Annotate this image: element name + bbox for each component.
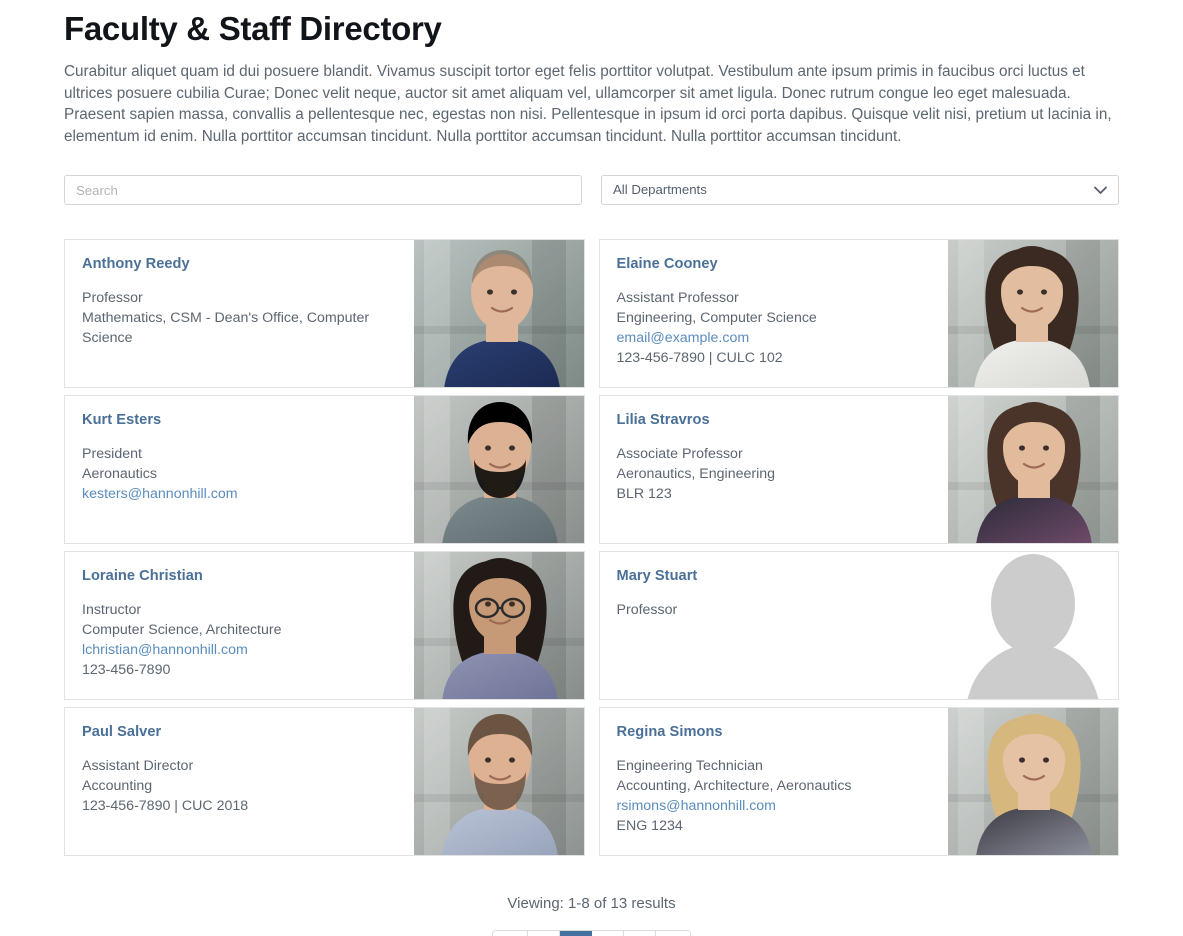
card-name-link[interactable]: Elaine Cooney xyxy=(617,256,932,273)
card-departments: Aeronautics, Engineering xyxy=(616,466,776,482)
card-portrait-photo xyxy=(948,240,1118,387)
card-detail-lines: Associate Professor Aeronautics, Engineer… xyxy=(617,444,932,504)
card-detail-lines: Professor xyxy=(617,600,932,620)
card-job-title: Assistant Professor xyxy=(616,290,739,306)
card-body: Regina Simons Engineering Technician Accou… xyxy=(600,708,949,855)
card-email-link[interactable]: lchristian@hannonhill.com xyxy=(82,640,397,660)
card-name-link[interactable]: Paul Salver xyxy=(82,724,397,741)
card-job-title: Engineering Technician xyxy=(616,758,763,774)
pagination: <<<12>>> xyxy=(491,930,692,936)
card-detail-lines: Professor Mathematics, CSM - Dean's Offic… xyxy=(82,288,397,348)
results-count: Viewing: 1-8 of 13 results xyxy=(507,895,676,912)
directory-card: Paul Salver Assistant Director Accounting 1… xyxy=(64,707,585,856)
directory-card: Mary Stuart Professor xyxy=(598,551,1119,700)
card-name-link[interactable]: Lilia Stravros xyxy=(617,412,932,429)
card-contact-info: 123-456-7890 | CULC 102 xyxy=(616,350,783,366)
card-body: Anthony Reedy Professor Mathematics, CSM -… xyxy=(65,240,414,387)
card-portrait-photo xyxy=(413,240,584,387)
search-input[interactable] xyxy=(64,175,582,205)
card-job-title: Instructor xyxy=(82,602,142,618)
card-email-link[interactable]: kesters@hannonhill.com xyxy=(82,484,397,504)
card-departments: Accounting xyxy=(82,778,153,794)
directory-card: Kurt Esters President Aeronautics kesters@h… xyxy=(64,395,585,544)
card-body: Paul Salver Assistant Director Accounting 1… xyxy=(65,708,414,855)
card-departments: Aeronautics xyxy=(82,466,157,482)
card-name-link[interactable]: Loraine Christian xyxy=(82,568,397,585)
directory-card: Lilia Stravros Associate Professor Aeronau… xyxy=(598,395,1119,544)
card-body: Kurt Esters President Aeronautics kesters@h… xyxy=(65,396,414,543)
card-email-link[interactable]: email@example.com xyxy=(617,328,932,348)
card-departments: Mathematics, CSM - Dean's Office, Comput… xyxy=(82,310,370,346)
card-body: Elaine Cooney Assistant Professor Engineer… xyxy=(600,240,949,387)
card-portrait-photo xyxy=(948,708,1118,855)
filter-bar: All Departments xyxy=(64,175,1119,205)
card-portrait-photo xyxy=(948,396,1118,543)
avatar-placeholder-icon xyxy=(948,552,1118,699)
directory-footer: Viewing: 1-8 of 13 results <<<12>>> xyxy=(64,894,1119,936)
pagination-prev-button[interactable]: < xyxy=(528,931,560,936)
department-field-wrapper: All Departments xyxy=(601,175,1119,205)
card-contact-info: 123-456-7890 | CUC 2018 xyxy=(82,798,249,814)
card-name-link[interactable]: Mary Stuart xyxy=(617,568,932,585)
pagination-page-2[interactable]: 2 xyxy=(592,931,624,936)
card-job-title: Assistant Director xyxy=(82,758,194,774)
card-body: Loraine Christian Instructor Computer Scie… xyxy=(65,552,414,699)
pagination-next-button[interactable]: > xyxy=(624,931,656,936)
card-contact-info: ENG 1234 xyxy=(616,818,683,834)
card-body: Mary Stuart Professor xyxy=(600,552,949,699)
directory-card: Elaine Cooney Assistant Professor Engineer… xyxy=(598,239,1119,388)
card-job-title: President xyxy=(82,446,142,462)
card-job-title: Associate Professor xyxy=(616,446,743,462)
pagination-first-button[interactable]: << xyxy=(492,931,528,936)
card-contact-info: 123-456-7890 xyxy=(82,662,171,678)
card-detail-lines: Instructor Computer Science, Architecture… xyxy=(82,600,397,680)
card-detail-lines: Assistant Director Accounting 123-456-7890… xyxy=(82,756,397,816)
card-portrait-photo xyxy=(413,552,584,699)
pagination-page-1[interactable]: 1 xyxy=(560,931,592,936)
card-detail-lines: President Aeronautics kesters@hannonhill.c… xyxy=(82,444,397,504)
pagination-last-button[interactable]: >> xyxy=(656,931,691,936)
directory-card-grid: Anthony Reedy Professor Mathematics, CSM -… xyxy=(64,239,1119,856)
card-name-link[interactable]: Regina Simons xyxy=(617,724,932,741)
directory-card: Anthony Reedy Professor Mathematics, CSM -… xyxy=(64,239,585,388)
card-portrait-photo xyxy=(413,396,584,543)
card-detail-lines: Engineering Technician Accounting, Archit… xyxy=(617,756,932,836)
card-name-link[interactable]: Anthony Reedy xyxy=(82,256,397,273)
card-portrait-photo xyxy=(413,708,584,855)
card-departments: Engineering, Computer Science xyxy=(616,310,817,326)
card-departments: Accounting, Architecture, Aeronautics xyxy=(616,778,852,794)
card-body: Lilia Stravros Associate Professor Aeronau… xyxy=(600,396,949,543)
directory-card: Regina Simons Engineering Technician Accou… xyxy=(598,707,1119,856)
intro-paragraph: Curabitur aliquet quam id dui posuere bl… xyxy=(64,63,1112,145)
directory-page: Faculty & Staff Directory Curabitur aliq… xyxy=(0,0,1183,936)
directory-card: Loraine Christian Instructor Computer Scie… xyxy=(64,551,585,700)
search-field-wrapper xyxy=(64,175,582,205)
card-name-link[interactable]: Kurt Esters xyxy=(82,412,397,429)
card-detail-lines: Assistant Professor Engineering, Computer… xyxy=(617,288,932,368)
card-email-link[interactable]: rsimons@hannonhill.com xyxy=(617,796,932,816)
card-job-title: Professor xyxy=(616,602,678,618)
card-departments: Computer Science, Architecture xyxy=(82,622,282,638)
department-select[interactable]: All Departments xyxy=(601,175,1119,205)
card-contact-info: BLR 123 xyxy=(616,486,672,502)
card-job-title: Professor xyxy=(82,290,143,306)
page-title: Faculty & Staff Directory xyxy=(64,10,442,47)
